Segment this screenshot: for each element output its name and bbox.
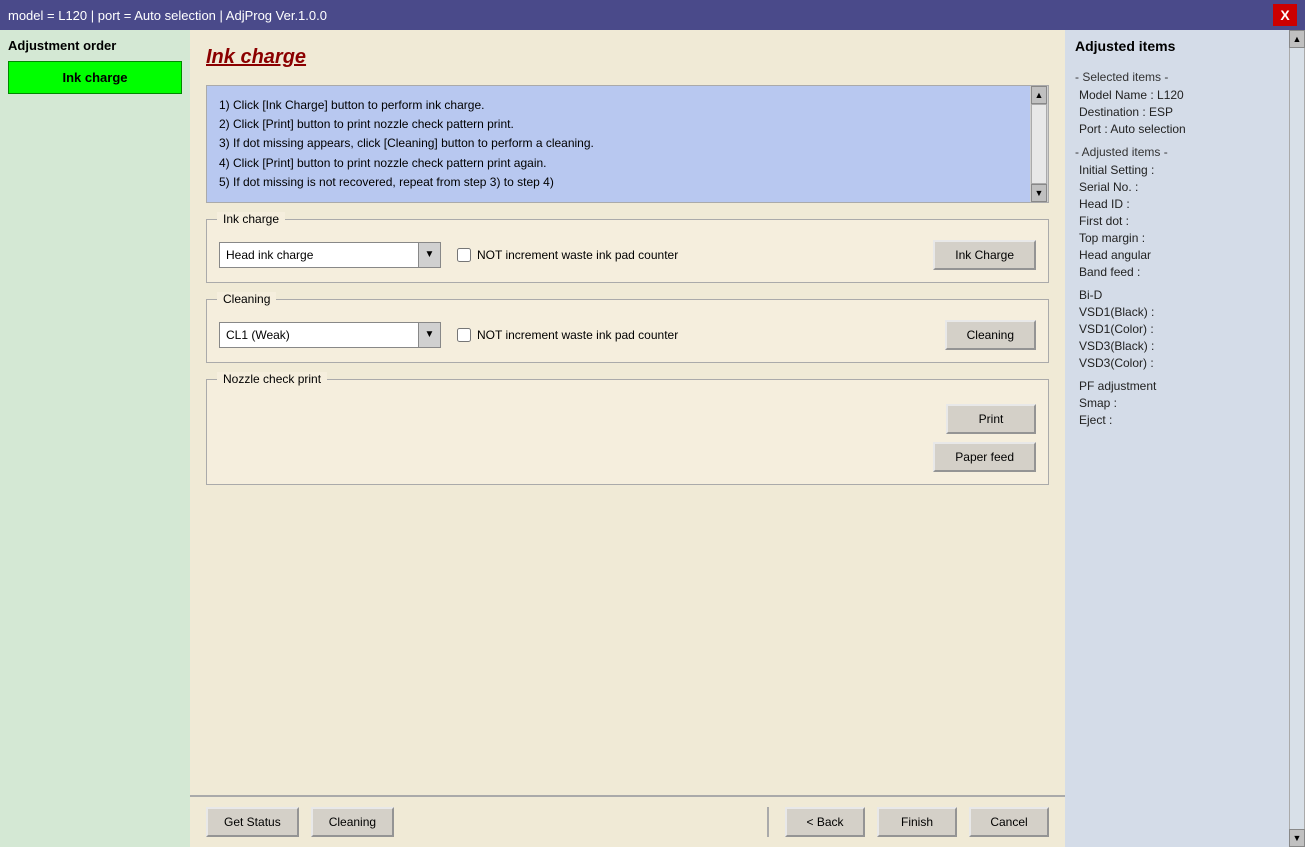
right-item-0: Initial Setting : — [1075, 163, 1285, 177]
content-area: Ink charge 1) Click [Ink Charge] button … — [190, 30, 1065, 847]
port: Port : Auto selection — [1075, 122, 1285, 136]
cleaning-checkbox[interactable] — [457, 328, 471, 342]
ink-charge-section: Ink charge Head ink charge All ink charg… — [206, 219, 1049, 283]
right-scroll-up[interactable]: ▲ — [1289, 30, 1305, 48]
bottom-toolbar: Get Status Cleaning < Back Finish Cancel — [190, 795, 1065, 847]
cleaning-dropdown-arrow[interactable]: ▼ — [419, 322, 441, 348]
cleaning-legend: Cleaning — [217, 292, 276, 306]
print-button[interactable]: Print — [946, 404, 1036, 434]
right-panel: Adjusted items - Selected items - Model … — [1065, 30, 1305, 847]
scroll-up-arrow[interactable]: ▲ — [1031, 86, 1047, 104]
right-item-1: Serial No. : — [1075, 180, 1285, 194]
instruction-line-5: 5) If dot missing is not recovered, repe… — [219, 173, 1026, 192]
cleaning-select[interactable]: CL1 (Weak) CL2 (Medium) CL3 (Strong) — [219, 322, 419, 348]
ink-charge-dropdown-container: Head ink charge All ink charge ▼ — [219, 242, 441, 268]
back-button[interactable]: < Back — [785, 807, 865, 837]
finish-button[interactable]: Finish — [877, 807, 957, 837]
scroll-down-arrow[interactable]: ▼ — [1031, 184, 1047, 202]
right-item-4: Top margin : — [1075, 231, 1285, 245]
sidebar-item-ink-charge[interactable]: Ink charge — [8, 61, 182, 94]
ink-charge-checkbox-label[interactable]: NOT increment waste ink pad counter — [457, 248, 678, 262]
title-bar: model = L120 | port = Auto selection | A… — [0, 0, 1305, 30]
ink-charge-checkbox-text: NOT increment waste ink pad counter — [477, 248, 678, 262]
left-sidebar: Adjustment order Ink charge — [0, 30, 190, 847]
right-item-10: VSD1(Color) : — [1075, 322, 1285, 336]
right-item-16: Eject : — [1075, 413, 1285, 427]
right-item-8: Bi-D — [1075, 288, 1285, 302]
nozzle-section: Nozzle check print Print Paper feed — [206, 379, 1049, 485]
selected-items-header: - Selected items - — [1075, 70, 1285, 84]
right-item-5: Head angular — [1075, 248, 1285, 262]
model-name: Model Name : L120 — [1075, 88, 1285, 102]
ink-charge-dropdown-arrow[interactable]: ▼ — [419, 242, 441, 268]
cleaning-row: CL1 (Weak) CL2 (Medium) CL3 (Strong) ▼ N… — [219, 320, 1036, 350]
title-text: model = L120 | port = Auto selection | A… — [8, 8, 327, 23]
get-status-button[interactable]: Get Status — [206, 807, 299, 837]
cleaning-checkbox-label[interactable]: NOT increment waste ink pad counter — [457, 328, 678, 342]
right-item-11: VSD3(Black) : — [1075, 339, 1285, 353]
ink-charge-select[interactable]: Head ink charge All ink charge — [219, 242, 419, 268]
right-item-3: First dot : — [1075, 214, 1285, 228]
content-inner: Ink charge 1) Click [Ink Charge] button … — [190, 30, 1065, 795]
toolbar-divider — [767, 807, 769, 837]
bottom-cleaning-button[interactable]: Cleaning — [311, 807, 394, 837]
nozzle-buttons: Print Paper feed — [219, 404, 1036, 472]
instruction-line-1: 1) Click [Ink Charge] button to perform … — [219, 96, 1026, 115]
sidebar-title: Adjustment order — [8, 38, 182, 53]
right-item-15: Smap : — [1075, 396, 1285, 410]
right-item-6: Band feed : — [1075, 265, 1285, 279]
main-container: Adjustment order Ink charge Ink charge 1… — [0, 30, 1305, 847]
instruction-line-4: 4) Click [Print] button to print nozzle … — [219, 154, 1026, 173]
nozzle-legend: Nozzle check print — [217, 372, 327, 386]
cleaning-section: Cleaning CL1 (Weak) CL2 (Medium) CL3 (St… — [206, 299, 1049, 363]
paper-feed-button[interactable]: Paper feed — [933, 442, 1036, 472]
ink-charge-row: Head ink charge All ink charge ▼ NOT inc… — [219, 240, 1036, 270]
instructions-box: 1) Click [Ink Charge] button to perform … — [206, 85, 1049, 203]
cleaning-dropdown-container: CL1 (Weak) CL2 (Medium) CL3 (Strong) ▼ — [219, 322, 441, 348]
right-item-12: VSD3(Color) : — [1075, 356, 1285, 370]
ink-charge-checkbox[interactable] — [457, 248, 471, 262]
cleaning-button[interactable]: Cleaning — [945, 320, 1036, 350]
close-button[interactable]: X — [1273, 4, 1297, 26]
right-item-9: VSD1(Black) : — [1075, 305, 1285, 319]
scroll-track — [1031, 104, 1047, 184]
right-scrollbar: ▲ ▼ — [1289, 30, 1305, 847]
right-panel-title: Adjusted items — [1075, 38, 1285, 54]
adjusted-items-header: - Adjusted items - — [1075, 145, 1285, 159]
destination: Destination : ESP — [1075, 105, 1285, 119]
page-title: Ink charge — [206, 46, 1049, 69]
cleaning-checkbox-text: NOT increment waste ink pad counter — [477, 328, 678, 342]
instruction-line-3: 3) If dot missing appears, click [Cleani… — [219, 134, 1026, 153]
ink-charge-legend: Ink charge — [217, 212, 285, 226]
right-item-2: Head ID : — [1075, 197, 1285, 211]
ink-charge-button[interactable]: Ink Charge — [933, 240, 1036, 270]
right-item-14: PF adjustment — [1075, 379, 1285, 393]
right-scroll-track — [1289, 48, 1305, 829]
instruction-line-2: 2) Click [Print] button to print nozzle … — [219, 115, 1026, 134]
right-scroll-down[interactable]: ▼ — [1289, 829, 1305, 847]
cancel-button[interactable]: Cancel — [969, 807, 1049, 837]
instructions-scrollbar: ▲ ▼ — [1030, 86, 1048, 202]
